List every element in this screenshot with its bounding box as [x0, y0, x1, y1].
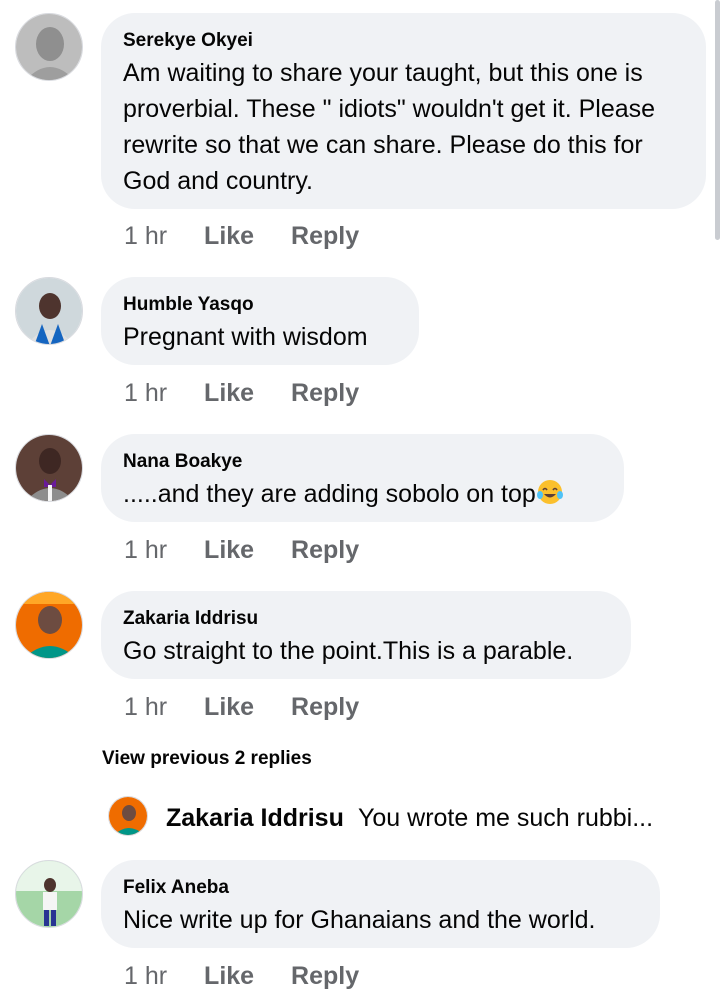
- page-scrollbar[interactable]: [715, 0, 720, 240]
- comment-time[interactable]: 1 hr: [124, 379, 167, 407]
- comment-bubble: Serekye Okyei Am waiting to share your t…: [101, 13, 706, 209]
- comment-actions: 1 hr Like Reply: [124, 536, 389, 565]
- comment-text: Nice write up for Ghanaians and the worl…: [123, 906, 596, 934]
- reply-button[interactable]: Reply: [291, 962, 359, 990]
- like-button[interactable]: Like: [204, 962, 254, 990]
- avatar[interactable]: [15, 591, 83, 659]
- comment-text-content: .....and they are adding sobolo on top: [123, 480, 536, 508]
- like-button[interactable]: Like: [204, 693, 254, 721]
- comment-author[interactable]: Zakaria Iddrisu: [123, 607, 609, 631]
- like-button[interactable]: Like: [204, 536, 254, 564]
- comment-text: Am waiting to share your taught, but thi…: [123, 59, 656, 195]
- comment-bubble: Felix Aneba Nice write up for Ghanaians …: [101, 860, 660, 948]
- comment-text: Pregnant with wisdom: [123, 323, 368, 351]
- comment-bubble: Zakaria Iddrisu Go straight to the point…: [101, 591, 631, 679]
- reply-preview-text: You wrote me such rubbi...: [358, 804, 654, 832]
- comment-time[interactable]: 1 hr: [124, 693, 167, 721]
- reply-preview-author[interactable]: Zakaria Iddrisu: [166, 804, 344, 833]
- comment-actions: 1 hr Like Reply: [124, 693, 389, 722]
- comment-time[interactable]: 1 hr: [124, 536, 167, 564]
- comment-author[interactable]: Humble Yasqo: [123, 293, 397, 317]
- tears-of-joy-emoji-icon: [536, 480, 563, 504]
- comment-time[interactable]: 1 hr: [124, 222, 167, 250]
- like-button[interactable]: Like: [204, 379, 254, 407]
- comment-bubble: Nana Boakye .....and they are adding sob…: [101, 434, 624, 522]
- comment-text: Go straight to the point.This is a parab…: [123, 637, 574, 665]
- avatar[interactable]: [15, 13, 83, 81]
- avatar[interactable]: [108, 796, 148, 836]
- comment-actions: 1 hr Like Reply: [124, 962, 389, 991]
- reply-button[interactable]: Reply: [291, 693, 359, 721]
- comment-author[interactable]: Felix Aneba: [123, 876, 638, 900]
- like-button[interactable]: Like: [204, 222, 254, 250]
- view-previous-replies-link[interactable]: View previous 2 replies: [102, 748, 312, 770]
- reply-button[interactable]: Reply: [291, 379, 359, 407]
- comment-actions: 1 hr Like Reply: [124, 379, 389, 408]
- reply-button[interactable]: Reply: [291, 222, 359, 250]
- reply-button[interactable]: Reply: [291, 536, 359, 564]
- comment-actions: 1 hr Like Reply: [124, 222, 389, 251]
- comment-bubble: Humble Yasqo Pregnant with wisdom: [101, 277, 419, 365]
- comment-author[interactable]: Nana Boakye: [123, 450, 602, 474]
- comment-time[interactable]: 1 hr: [124, 962, 167, 990]
- avatar[interactable]: [15, 434, 83, 502]
- avatar[interactable]: [15, 860, 83, 928]
- comment-author[interactable]: Serekye Okyei: [123, 29, 684, 53]
- reply-preview[interactable]: Zakaria Iddrisu You wrote me such rubbi.…: [108, 796, 708, 840]
- avatar[interactable]: [15, 277, 83, 345]
- comment-text: .....and they are adding sobolo on top: [123, 476, 602, 512]
